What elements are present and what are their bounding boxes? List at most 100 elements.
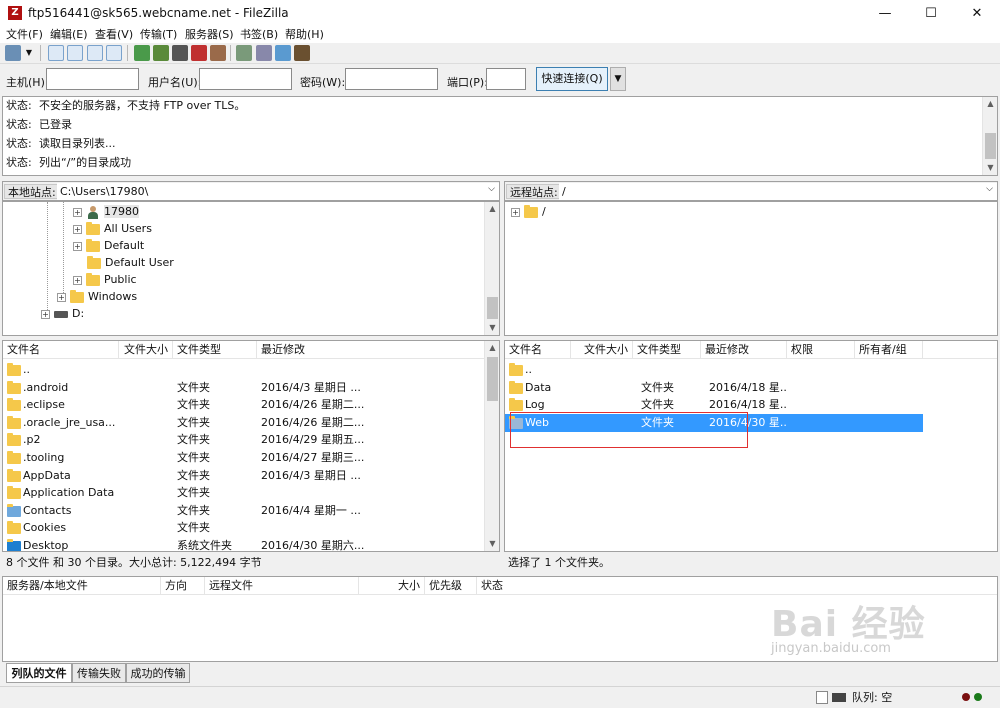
col-permissions[interactable]: 权限	[787, 341, 855, 359]
reconnect-icon[interactable]	[236, 45, 252, 61]
search-icon[interactable]	[294, 45, 310, 61]
file-row[interactable]: .p2 文件夹 2016/4/29 星期五...	[3, 431, 499, 449]
scroll-thumb[interactable]	[487, 357, 498, 401]
local-path-input[interactable]: C:\Users\17980\	[57, 183, 499, 200]
toggle-log-icon[interactable]	[48, 45, 64, 61]
col-size[interactable]: 大小	[359, 577, 425, 595]
col-filename[interactable]: 文件名	[505, 341, 571, 359]
col-server-local-file[interactable]: 服务器/本地文件	[3, 577, 161, 595]
file-row[interactable]: .oracle_jre_usa... 文件夹 2016/4/26 星期二...	[3, 414, 499, 432]
maximize-button[interactable]: ☐	[908, 0, 954, 27]
scroll-up-icon[interactable]: ▲	[485, 202, 499, 216]
tree-item-default[interactable]: + Default	[73, 237, 144, 254]
col-filetype[interactable]: 文件类型	[633, 341, 701, 359]
toggle-remote-tree-icon[interactable]	[87, 45, 103, 61]
filter-icon[interactable]	[172, 45, 188, 61]
quickconnect-button[interactable]: 快速连接(Q)	[536, 67, 608, 91]
directory-compare-icon[interactable]	[256, 45, 272, 61]
tree-item-windows[interactable]: + Windows	[57, 288, 137, 305]
tree-item-root[interactable]: + /	[511, 203, 546, 220]
expand-icon[interactable]: +	[73, 275, 82, 285]
site-manager-dropdown-icon[interactable]: ▼	[24, 45, 34, 61]
remote-path-dropdown-icon[interactable]: ⌵	[986, 184, 993, 194]
file-row[interactable]: Contacts 文件夹 2016/4/4 星期一 ...	[3, 502, 499, 520]
scroll-down-icon[interactable]: ▼	[983, 161, 997, 175]
file-type	[177, 361, 257, 379]
col-remote-file[interactable]: 远程文件	[205, 577, 359, 595]
col-filesize[interactable]: 文件大小	[119, 341, 173, 359]
password-input[interactable]	[345, 68, 438, 90]
menu-edit[interactable]: 编辑(E)	[50, 27, 88, 43]
tab-successful-transfers[interactable]: 成功的传输	[126, 663, 190, 683]
port-input[interactable]	[486, 68, 526, 90]
toggle-local-tree-icon[interactable]	[67, 45, 83, 61]
scroll-thumb[interactable]	[487, 297, 498, 319]
scroll-down-icon[interactable]: ▼	[485, 321, 499, 335]
expand-icon[interactable]: +	[511, 207, 520, 217]
menu-help[interactable]: 帮助(H)	[285, 27, 324, 43]
scroll-up-icon[interactable]: ▲	[485, 341, 499, 355]
expand-icon[interactable]: +	[41, 309, 50, 319]
file-row[interactable]: AppData 文件夹 2016/4/3 星期日 ...	[3, 467, 499, 485]
local-list-scrollbar[interactable]: ▲ ▼	[484, 341, 499, 551]
expand-icon[interactable]: +	[73, 224, 82, 234]
host-input[interactable]	[46, 68, 139, 90]
cancel-icon[interactable]	[191, 45, 207, 61]
tree-item-d-drive[interactable]: + D:	[41, 305, 84, 322]
file-row[interactable]: Cookies 文件夹	[3, 519, 499, 537]
tab-queued-files[interactable]: 列队的文件	[6, 663, 72, 683]
close-button[interactable]: ✕	[954, 0, 1000, 27]
col-filetype[interactable]: 文件类型	[173, 341, 257, 359]
file-row[interactable]: Data 文件夹 2016/4/18 星...	[505, 379, 923, 397]
file-row[interactable]: ..	[505, 361, 923, 379]
log-scrollbar[interactable]: ▲ ▼	[982, 97, 997, 175]
user-input[interactable]	[199, 68, 292, 90]
disconnect-icon[interactable]	[210, 45, 226, 61]
tree-item-17980[interactable]: +17980	[73, 203, 139, 220]
file-permissions	[791, 379, 855, 397]
expand-icon[interactable]: +	[57, 292, 66, 302]
quickconnect-dropdown-icon[interactable]: ▼	[610, 67, 626, 91]
site-manager-icon[interactable]	[5, 45, 21, 61]
scroll-up-icon[interactable]: ▲	[983, 97, 997, 111]
toggle-queue-icon[interactable]	[106, 45, 122, 61]
col-direction[interactable]: 方向	[161, 577, 205, 595]
file-row[interactable]: .android 文件夹 2016/4/3 星期日 ...	[3, 379, 499, 397]
tab-failed-transfers[interactable]: 传输失败	[72, 663, 126, 683]
expand-icon[interactable]: +	[73, 241, 82, 251]
file-row[interactable]: .tooling 文件夹 2016/4/27 星期三...	[3, 449, 499, 467]
expand-icon[interactable]: +	[73, 207, 82, 217]
menu-server[interactable]: 服务器(S)	[185, 27, 234, 43]
menu-view[interactable]: 查看(V)	[95, 27, 133, 43]
scroll-down-icon[interactable]: ▼	[485, 537, 499, 551]
sync-browse-icon[interactable]	[275, 45, 291, 61]
col-status[interactable]: 状态	[477, 577, 557, 595]
col-priority[interactable]: 优先级	[425, 577, 477, 595]
scroll-thumb[interactable]	[985, 133, 996, 159]
local-tree-scrollbar[interactable]: ▲ ▼	[484, 202, 499, 335]
file-modified	[261, 361, 481, 379]
col-filename[interactable]: 文件名	[3, 341, 119, 359]
col-modified[interactable]: 最近修改	[701, 341, 787, 359]
file-row[interactable]: Desktop 系统文件夹 2016/4/30 星期六...	[3, 537, 499, 552]
col-filesize[interactable]: 文件大小	[571, 341, 633, 359]
file-row[interactable]: .eclipse 文件夹 2016/4/26 星期二...	[3, 396, 499, 414]
refresh-icon[interactable]	[134, 45, 150, 61]
file-row[interactable]: Application Data 文件夹	[3, 484, 499, 502]
menu-file[interactable]: 文件(F)	[6, 27, 43, 43]
file-name: Desktop	[23, 539, 69, 552]
download-indicator-icon	[974, 693, 982, 701]
local-path-dropdown-icon[interactable]: ⌵	[488, 184, 495, 194]
file-row[interactable]: ..	[3, 361, 499, 379]
file-size	[119, 502, 173, 520]
menu-bookmarks[interactable]: 书签(B)	[240, 27, 278, 43]
tree-item-default-user[interactable]: Default User	[87, 254, 174, 271]
minimize-button[interactable]: —	[862, 0, 908, 27]
tree-item-public[interactable]: + Public	[73, 271, 137, 288]
col-modified[interactable]: 最近修改	[257, 341, 485, 359]
col-owner[interactable]: 所有者/组	[855, 341, 923, 359]
process-queue-icon[interactable]	[153, 45, 169, 61]
remote-path-input[interactable]: /	[559, 183, 997, 200]
menu-transfer[interactable]: 传输(T)	[140, 27, 177, 43]
tree-item-all-users[interactable]: + All Users	[73, 220, 152, 237]
